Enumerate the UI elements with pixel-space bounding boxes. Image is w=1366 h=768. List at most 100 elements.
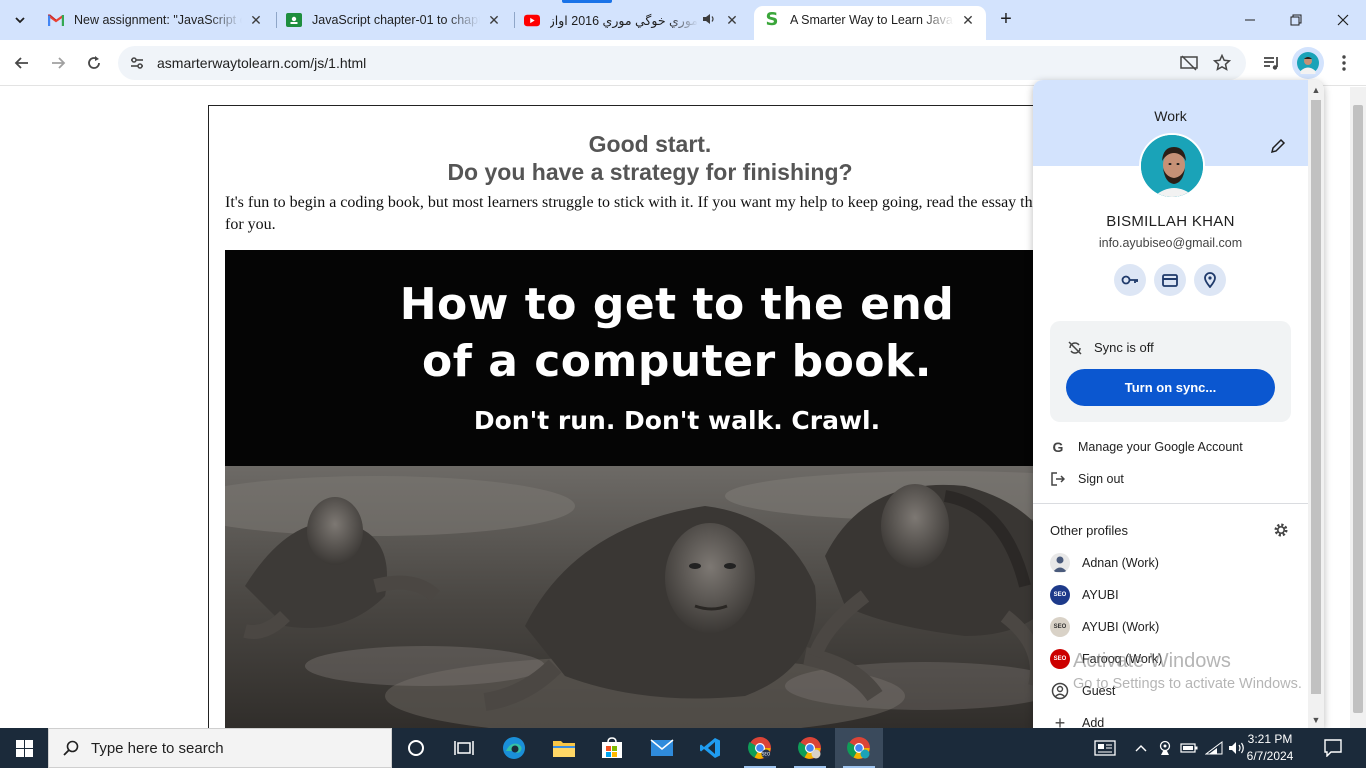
new-tab-button[interactable]: + (995, 9, 1017, 31)
cortana-button[interactable] (392, 728, 440, 768)
tab-title: A Smarter Way to Learn JavaSc (790, 13, 954, 27)
profile-row-adnan[interactable]: Adnan (Work) (1033, 549, 1308, 577)
scroll-up-icon[interactable]: ▲ (1308, 82, 1324, 98)
playlist-music-icon (1264, 57, 1278, 70)
chrome-app-1[interactable]: SEO (736, 728, 784, 768)
profile-row-ayubi[interactable]: SEO AYUBI (1033, 581, 1308, 609)
profile-name: AYUBI (Work) (1082, 620, 1160, 634)
hero-title: How to get to the end of a computer book… (225, 276, 1125, 390)
close-tab-icon[interactable]: ✕ (486, 12, 502, 28)
add-profile[interactable]: + Add (1033, 709, 1308, 728)
minimize-button[interactable] (1238, 8, 1262, 32)
close-tab-icon[interactable]: ✕ (724, 12, 740, 28)
svg-text:SEO: SEO (762, 752, 770, 757)
seo-logo-icon: SEO (1050, 585, 1070, 605)
battery-icon (1180, 743, 1198, 753)
edge-app[interactable] (490, 728, 538, 768)
show-hidden-icons[interactable] (1130, 728, 1152, 768)
intro-paragraph: It's fun to begin a coding book, but mos… (225, 194, 1094, 233)
arrow-left-icon (14, 57, 28, 69)
forward-button[interactable] (44, 49, 72, 77)
manage-account-label: Manage your Google Account (1078, 440, 1243, 454)
tab-smarter-way[interactable]: S A Smarter Way to Learn JavaSc ✕ (754, 6, 986, 40)
bookmark-star-icon[interactable] (1212, 53, 1232, 73)
page-heading: Good start. Do you have a strategy for f… (209, 130, 1091, 186)
page-scrollbar[interactable] (1350, 87, 1366, 728)
passwords-button[interactable] (1114, 264, 1146, 296)
address-bar[interactable]: asmarterwaytolearn.com/js/1.html (118, 46, 1246, 80)
chrome-menu-button[interactable] (1330, 49, 1358, 77)
edge-icon (503, 737, 525, 759)
profile-button[interactable] (1292, 47, 1324, 79)
notification-icon (1324, 739, 1342, 757)
speaker-icon[interactable] (700, 12, 718, 28)
taskbar-search-box[interactable]: Type here to search (48, 728, 392, 768)
arrow-right-icon (52, 57, 66, 69)
profile-menu-scrollbar[interactable]: ▲ ▼ (1308, 80, 1324, 728)
add-profile-label: Add (1082, 716, 1105, 728)
site-info-icon[interactable] (127, 53, 147, 73)
start-button[interactable] (0, 728, 48, 768)
media-controls-button[interactable] (1258, 49, 1286, 77)
chrome-app-3[interactable] (835, 728, 883, 768)
tab-classroom[interactable]: JavaScript chapter-01 to chapte ✕ (276, 6, 512, 34)
sign-out[interactable]: Sign out (1033, 464, 1308, 494)
tab-youtube[interactable]: موري خوگي موري 2016 اواز - ✕ (514, 6, 750, 34)
hero-subtitle: Don't run. Don't walk. Crawl. (473, 406, 881, 435)
gmail-icon (48, 12, 64, 28)
tray-meet-now[interactable] (1155, 728, 1175, 768)
addresses-button[interactable] (1194, 264, 1226, 296)
clock-time: 3:21 PM (1247, 732, 1293, 746)
scrollbar-thumb[interactable] (1311, 100, 1321, 694)
turn-on-sync-button[interactable]: Turn on sync... (1066, 369, 1275, 406)
tab-title: New assignment: "JavaScript ch (74, 13, 242, 27)
cast-off-icon[interactable] (1179, 53, 1199, 73)
close-window-button[interactable] (1331, 8, 1355, 32)
gear-icon[interactable] (1273, 522, 1289, 538)
chrome-app-2[interactable] (786, 728, 834, 768)
task-view-button[interactable] (440, 728, 488, 768)
tab-search-button[interactable] (6, 7, 34, 33)
back-button[interactable] (8, 49, 36, 77)
profile-label: Work (1154, 108, 1187, 124)
manage-google-account[interactable]: G Manage your Google Account (1033, 432, 1308, 462)
close-tab-icon[interactable]: ✕ (248, 12, 264, 28)
profile-avatar-icon (1050, 553, 1070, 573)
sign-out-label: Sign out (1078, 472, 1124, 486)
search-icon (63, 740, 79, 756)
url-text: asmarterwaytolearn.com/js/1.html (157, 55, 367, 71)
profile-row-ayubi-work[interactable]: SEO AYUBI (Work) (1033, 613, 1308, 641)
taskbar-clock[interactable]: 3:21 PM 6/7/2024 (1240, 731, 1300, 765)
avatar (1139, 133, 1205, 199)
webcam-icon (1159, 740, 1171, 755)
microsoft-store-app[interactable] (588, 728, 636, 768)
seo-logo-icon: SEO (1050, 617, 1070, 637)
kebab-menu-icon (1342, 55, 1346, 71)
close-tab-icon[interactable]: ✕ (960, 12, 976, 28)
tab-gmail[interactable]: New assignment: "JavaScript ch ✕ (38, 6, 274, 34)
divider (1033, 503, 1308, 504)
restore-icon (1290, 14, 1302, 26)
notification-center-button[interactable] (1318, 728, 1348, 768)
restore-button[interactable] (1284, 8, 1308, 32)
payment-methods-button[interactable] (1154, 264, 1186, 296)
tray-network[interactable] (1203, 728, 1225, 768)
close-icon (1337, 14, 1349, 26)
scrollbar-thumb[interactable] (1353, 105, 1363, 713)
store-icon (602, 737, 622, 758)
tab-title: JavaScript chapter-01 to chapte (312, 13, 480, 27)
mail-app[interactable] (638, 728, 686, 768)
scroll-down-icon[interactable]: ▼ (1308, 712, 1324, 728)
chrome-icon (847, 737, 870, 759)
reload-button[interactable] (80, 49, 108, 77)
pencil-edit-icon[interactable] (1270, 138, 1286, 154)
tray-news-widget[interactable] (1090, 728, 1120, 768)
tray-battery[interactable] (1178, 728, 1200, 768)
news-icon (1094, 740, 1116, 756)
file-explorer-app[interactable] (540, 728, 588, 768)
vscode-app[interactable] (686, 728, 734, 768)
hero-banner[interactable]: How to get to the end of a computer book… (225, 250, 1125, 728)
plus-icon: + (1054, 713, 1066, 728)
windows-taskbar: Type here to search SEO 3:21 PM 6/7/2024 (0, 728, 1366, 768)
reload-icon (88, 56, 100, 69)
